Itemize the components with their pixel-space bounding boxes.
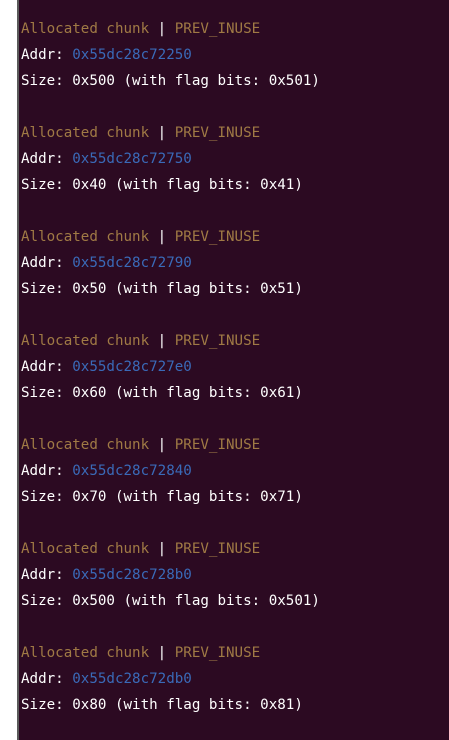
- chunk-status: Allocated chunk: [21, 333, 150, 349]
- terminal-output: Allocated chunk | PREV_INUSE Addr: 0x55d…: [17, 0, 449, 740]
- chunk-size: Size: 0x60 (with flag bits: 0x61): [21, 385, 303, 401]
- chunk-flag: PREV_INUSE: [174, 645, 261, 661]
- addr-label: Addr:: [21, 151, 64, 167]
- chunk-separator: |: [157, 229, 167, 245]
- heap-chunk: Allocated chunk | PREV_INUSE Addr: 0x55d…: [21, 640, 441, 718]
- chunk-separator: |: [157, 437, 167, 453]
- addr-label: Addr:: [21, 255, 64, 271]
- chunk-address: 0x55dc28c728b0: [72, 567, 192, 583]
- heap-chunk: Allocated chunk | PREV_INUSE Addr: 0x55d…: [21, 224, 441, 302]
- chunk-status: Allocated chunk: [21, 125, 150, 141]
- heap-chunk: Allocated chunk | PREV_INUSE Addr: 0x55d…: [21, 328, 441, 406]
- chunk-flag: PREV_INUSE: [174, 125, 261, 141]
- chunk-address: 0x55dc28c72750: [72, 151, 192, 167]
- chunk-separator: |: [157, 125, 167, 141]
- chunk-size: Size: 0x70 (with flag bits: 0x71): [21, 489, 303, 505]
- addr-label: Addr:: [21, 463, 64, 479]
- chunk-status: Allocated chunk: [21, 21, 150, 37]
- chunk-status: Allocated chunk: [21, 541, 150, 557]
- chunk-address: 0x55dc28c72790: [72, 255, 192, 271]
- heap-chunk: Allocated chunk | PREV_INUSE Addr: 0x55d…: [21, 120, 441, 198]
- chunk-size: Size: 0x500 (with flag bits: 0x501): [21, 593, 320, 609]
- chunk-address: 0x55dc28c727e0: [72, 359, 192, 375]
- chunk-flag: PREV_INUSE: [174, 333, 261, 349]
- chunk-flag: PREV_INUSE: [174, 21, 261, 37]
- chunk-separator: |: [157, 333, 167, 349]
- chunk-separator: |: [157, 645, 167, 661]
- chunk-address: 0x55dc28c72250: [72, 47, 192, 63]
- chunk-address: 0x55dc28c72db0: [72, 671, 192, 687]
- chunk-separator: |: [157, 21, 167, 37]
- chunk-status: Allocated chunk: [21, 437, 150, 453]
- addr-label: Addr:: [21, 671, 64, 687]
- chunk-flag: PREV_INUSE: [174, 541, 261, 557]
- chunk-size: Size: 0x50 (with flag bits: 0x51): [21, 281, 303, 297]
- chunk-separator: |: [157, 541, 167, 557]
- addr-label: Addr:: [21, 47, 64, 63]
- chunk-size: Size: 0x80 (with flag bits: 0x81): [21, 697, 303, 713]
- heap-chunk: Allocated chunk | PREV_INUSE Addr: 0x55d…: [21, 536, 441, 614]
- chunk-size: Size: 0x500 (with flag bits: 0x501): [21, 73, 320, 89]
- chunk-status: Allocated chunk: [21, 645, 150, 661]
- chunk-address: 0x55dc28c72840: [72, 463, 192, 479]
- addr-label: Addr:: [21, 359, 64, 375]
- addr-label: Addr:: [21, 567, 64, 583]
- chunk-status: Allocated chunk: [21, 229, 150, 245]
- heap-chunk: Allocated chunk | PREV_INUSE Addr: 0x55d…: [21, 432, 441, 510]
- chunk-flag: PREV_INUSE: [174, 437, 261, 453]
- heap-chunk: Allocated chunk | PREV_INUSE Addr: 0x55d…: [21, 16, 441, 94]
- chunk-flag: PREV_INUSE: [174, 229, 261, 245]
- chunk-size: Size: 0x40 (with flag bits: 0x41): [21, 177, 303, 193]
